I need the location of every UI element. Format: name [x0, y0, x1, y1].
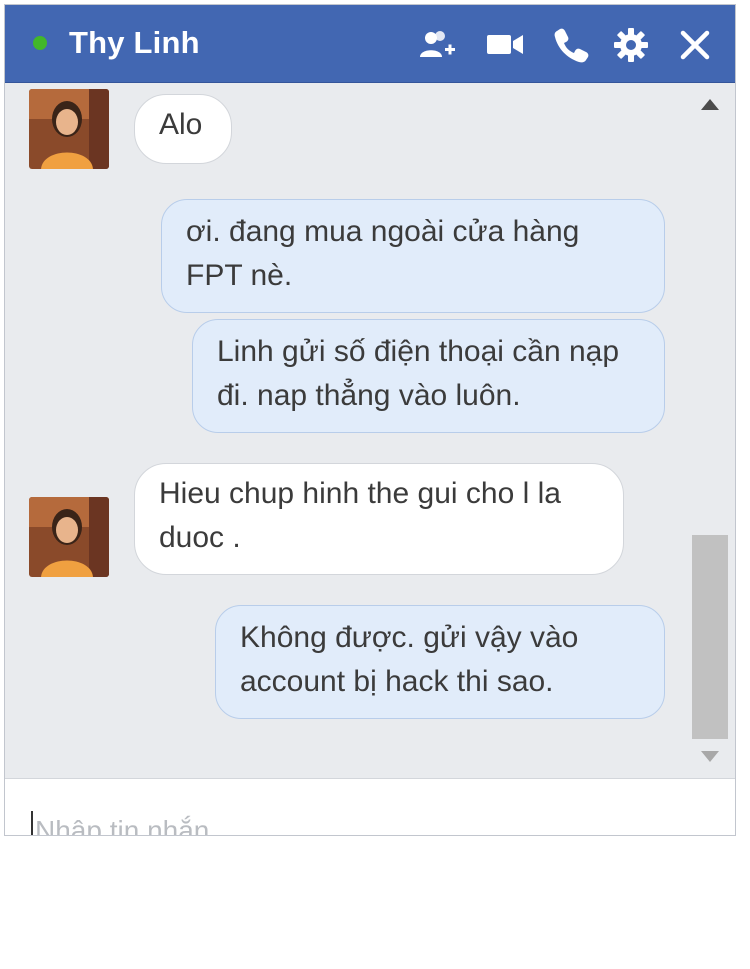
contact-name[interactable]: Thy Linh: [69, 25, 200, 61]
message-scrollbar[interactable]: [691, 83, 735, 777]
outgoing-message[interactable]: ơi. đang mua ngoài cửa hàng FPT nè.: [161, 199, 665, 313]
message-composer[interactable]: Nhập tin nhắn...: [5, 778, 735, 835]
scroll-thumb[interactable]: [692, 535, 728, 739]
outgoing-message[interactable]: Không được. gửi vậy vào account bị hack …: [215, 605, 665, 719]
incoming-message[interactable]: Hieu chup hinh the gui cho l la duoc .: [134, 463, 624, 575]
scroll-down-arrow-icon[interactable]: [701, 751, 719, 762]
close-icon[interactable]: [675, 25, 715, 65]
contact-avatar[interactable]: [29, 497, 109, 577]
chat-header[interactable]: Thy Linh: [5, 5, 735, 83]
scroll-up-arrow-icon[interactable]: [701, 99, 719, 110]
contact-avatar[interactable]: [29, 89, 109, 169]
phone-icon[interactable]: [551, 25, 591, 65]
video-call-icon[interactable]: [485, 25, 525, 65]
message-list[interactable]: Alo ơi. đang mua ngoài cửa hàng FPT nè. …: [5, 83, 689, 777]
gear-icon[interactable]: [611, 25, 651, 65]
chat-window: Thy Linh Alo ơi. đang mua ngoài cửa hàng…: [4, 4, 736, 836]
text-caret: [31, 811, 33, 835]
message-input-placeholder[interactable]: Nhập tin nhắn...: [35, 815, 233, 835]
outgoing-message[interactable]: Linh gửi số điện thoại cần nạp đi. nap t…: [192, 319, 665, 433]
online-status-dot: [33, 36, 47, 50]
add-people-icon[interactable]: [417, 25, 457, 65]
incoming-message[interactable]: Alo: [134, 94, 232, 164]
